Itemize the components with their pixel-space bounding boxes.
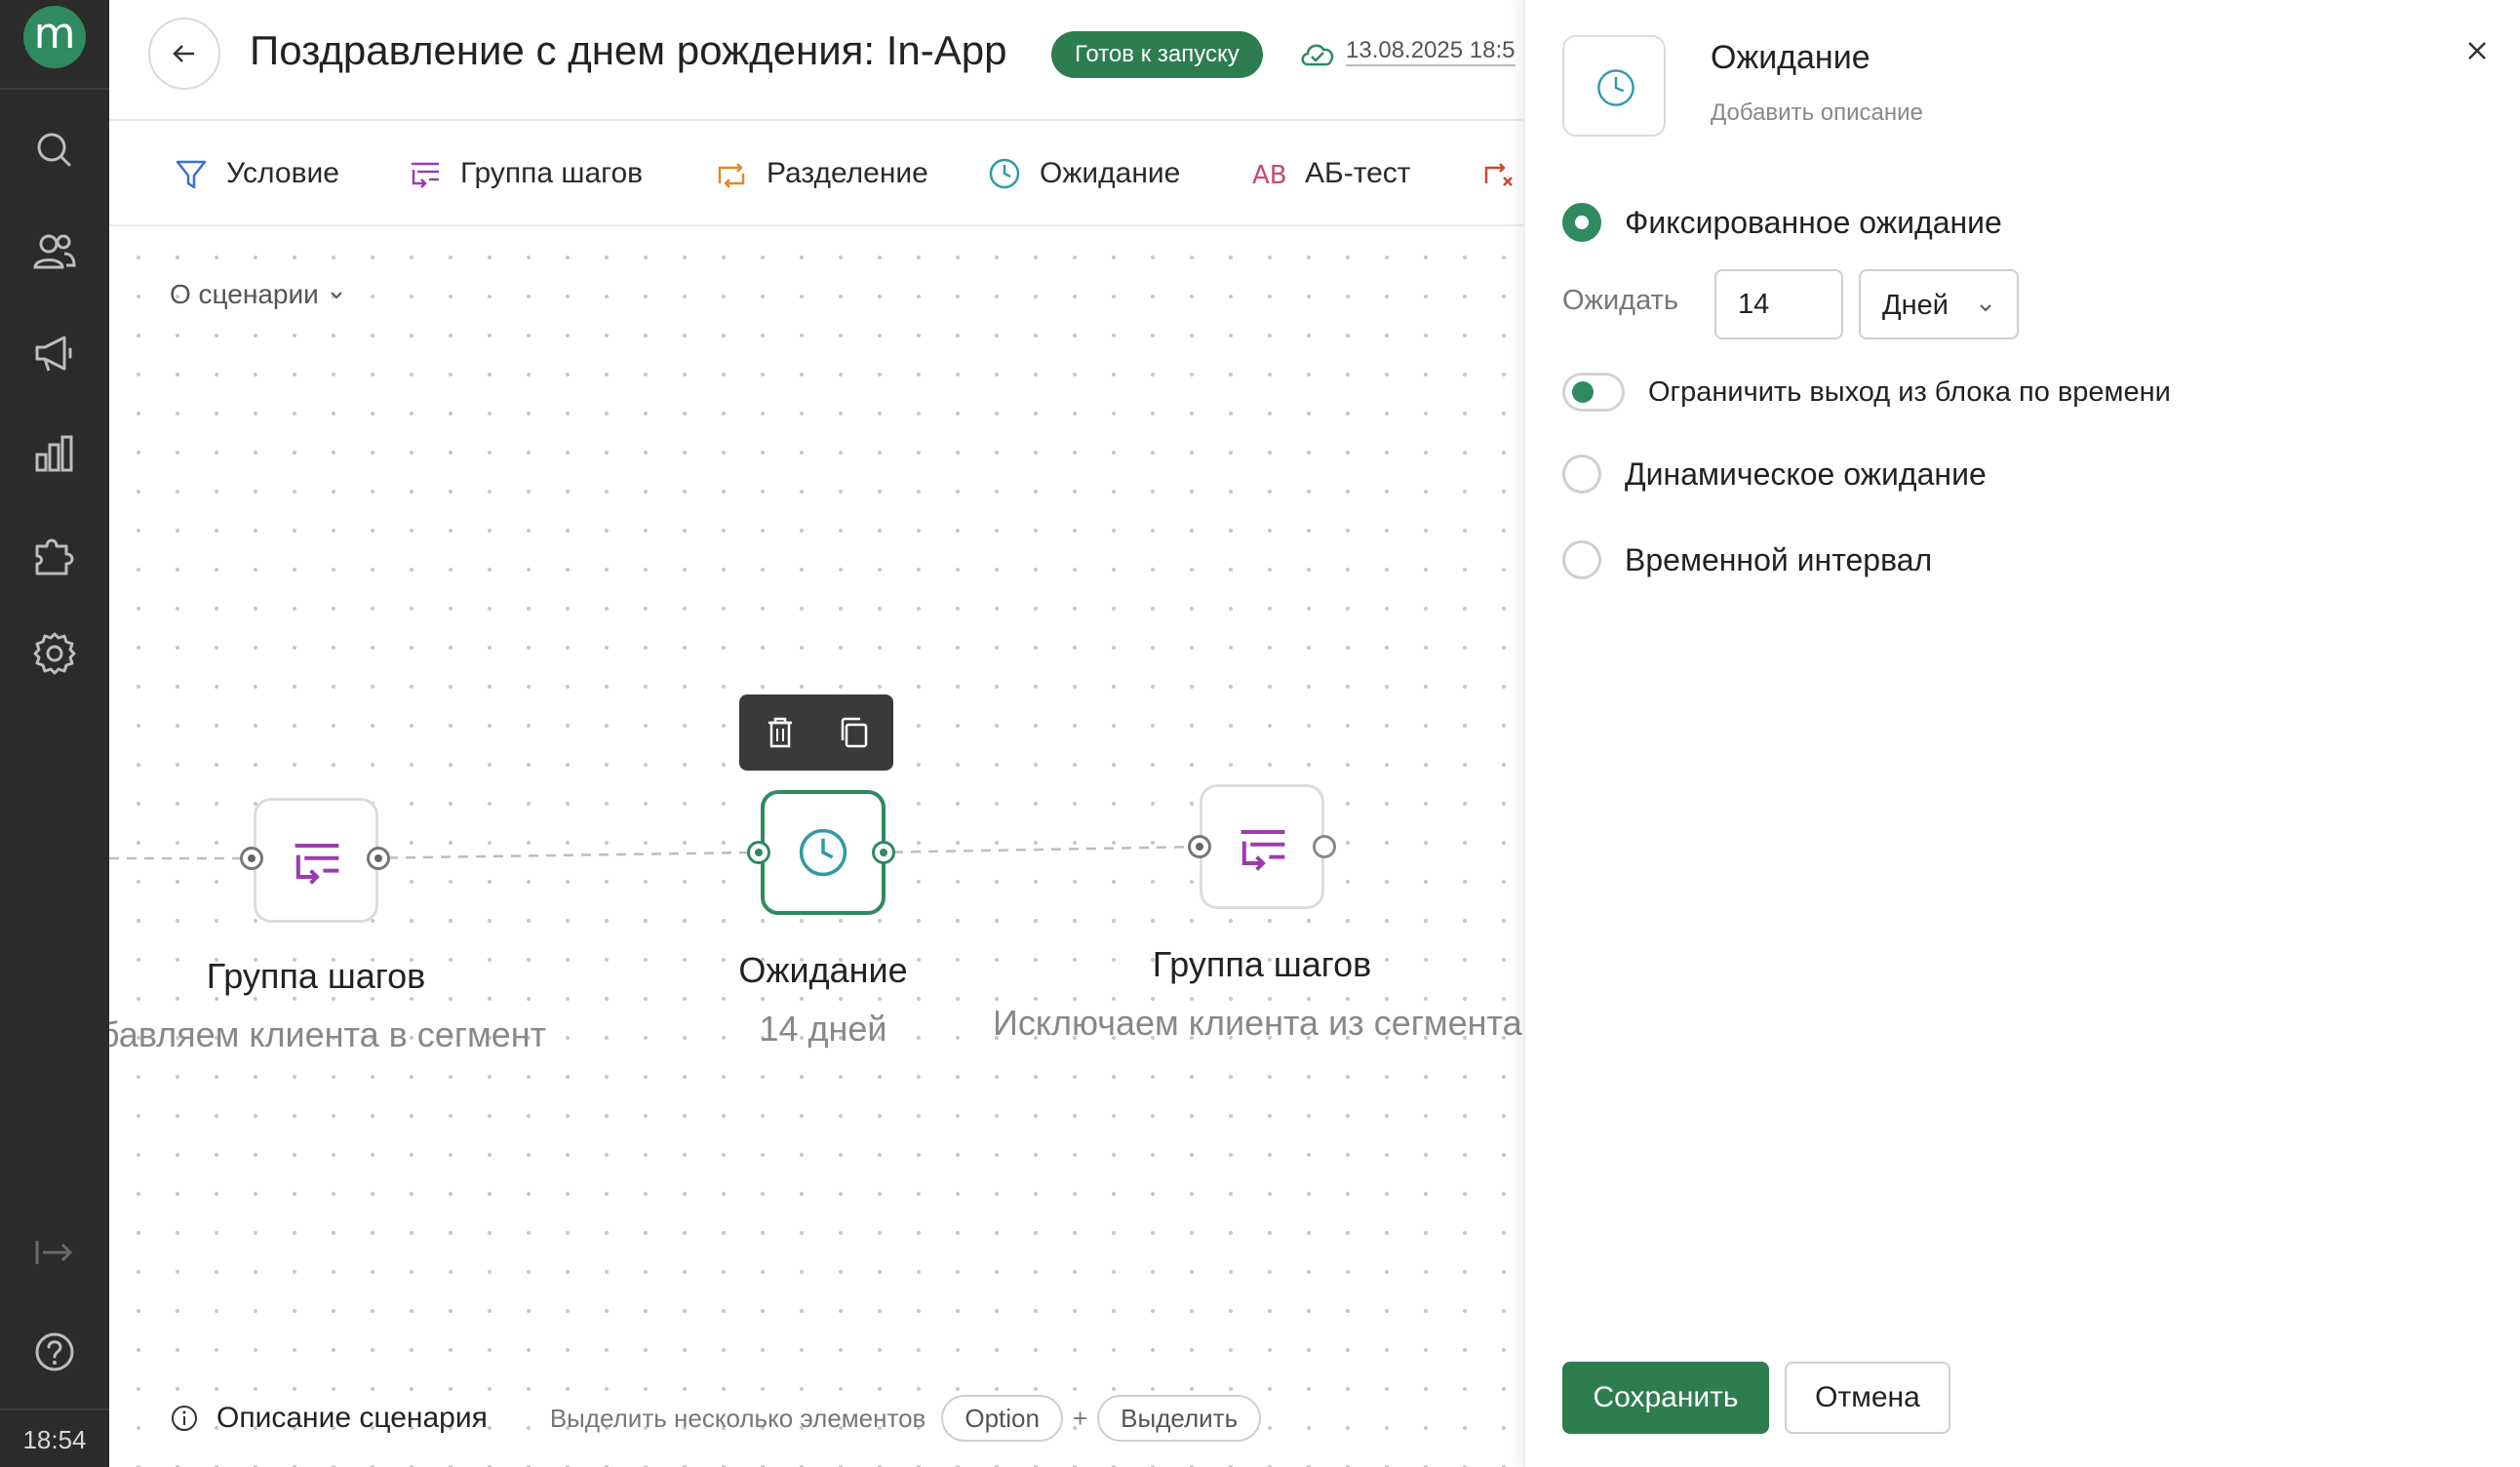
node-input-port[interactable] (240, 847, 263, 870)
radio-dynamic-wait[interactable] (1562, 455, 1601, 494)
wait-settings-panel: Ожидание Добавить описание Фиксированное… (1523, 0, 2520, 1467)
copy-icon[interactable] (837, 714, 872, 751)
node-input-port[interactable] (747, 841, 770, 864)
left-rail: m 18:54 (0, 0, 109, 1467)
scenario-header: Поздравление с днем рождения: In-App Гот… (109, 0, 1523, 121)
cloud-check-icon (1301, 44, 1334, 66)
close-icon[interactable] (2461, 35, 2493, 66)
puzzle-icon[interactable] (27, 529, 82, 583)
rail-divider (0, 88, 109, 90)
clock-icon (799, 828, 847, 877)
clock-display: 18:54 (0, 1408, 109, 1467)
toolbar-item-ab-test[interactable]: AB АБ-тест (1250, 152, 1411, 195)
toolbar-item-condition[interactable]: Условие (172, 152, 339, 195)
plus-sign: + (1072, 1403, 1088, 1433)
radio-label: Временной интервал (1625, 542, 1933, 577)
ab-test-icon: AB (1252, 161, 1287, 190)
trash-icon[interactable] (763, 714, 798, 751)
canvas-hint-bar: Описание сценария Выделить несколько эле… (170, 1395, 1262, 1442)
step-group-icon (295, 844, 339, 885)
key-select-badge: Выделить (1097, 1395, 1262, 1442)
scenario-canvas[interactable]: О сценарии Группа шагов бавляем клиента … (109, 228, 1523, 1467)
clock-icon (1597, 69, 1634, 106)
back-button[interactable] (148, 18, 220, 90)
filter-icon (176, 160, 207, 189)
step-group-node[interactable] (1200, 784, 1324, 909)
arrow-left-icon (173, 45, 194, 62)
radio-label: Фиксированное ожидание (1625, 205, 2002, 240)
wait-value-input[interactable] (1714, 269, 1843, 339)
svg-text:AB: AB (1252, 161, 1287, 190)
panel-title[interactable]: Ожидание (1711, 39, 1870, 77)
chart-icon[interactable] (27, 427, 82, 482)
node-subtitle: бавляем клиента в сегмент (109, 1014, 547, 1054)
status-badge: Готов к запуску (1051, 31, 1263, 78)
toolbar-item-exit[interactable] (1478, 152, 1523, 195)
node-title: Ожидание (738, 950, 908, 990)
toolbar-item-split[interactable]: Разделение (712, 152, 928, 195)
wait-unit-value: Дней (1882, 290, 1949, 321)
block-icon-box (1562, 35, 1666, 137)
step-group-icon (412, 162, 439, 188)
app-logo[interactable]: m (23, 6, 86, 68)
node-actions-toolbar (739, 694, 893, 771)
info-icon (172, 1406, 197, 1431)
users-icon[interactable] (27, 224, 82, 279)
add-description-field[interactable]: Добавить описание (1711, 99, 1923, 127)
node-input-port[interactable] (1188, 835, 1211, 858)
search-icon[interactable] (27, 123, 82, 178)
block-toolbar: Условие Группа шагов Разделение Ожидание… (109, 123, 1523, 226)
multi-select-hint: Выделить несколько элементов (549, 1403, 926, 1433)
toolbar-item-wait[interactable]: Ожидание (985, 152, 1180, 195)
gear-icon[interactable] (27, 626, 82, 681)
toolbar-item-label: Условие (226, 157, 339, 189)
node-title: Группа шагов (206, 956, 426, 996)
toolbar-item-label: Ожидание (1040, 157, 1181, 189)
collapse-icon[interactable] (27, 1225, 82, 1280)
limit-exit-toggle[interactable] (1562, 373, 1625, 412)
radio-time-interval[interactable] (1562, 540, 1601, 579)
node-output-port[interactable] (872, 841, 895, 864)
node-title: Группа шагов (1152, 944, 1372, 984)
toolbar-item-label: Разделение (767, 157, 928, 189)
node-output-port[interactable] (1313, 835, 1336, 858)
clock-icon (989, 158, 1020, 189)
chevron-down-icon (1980, 304, 1991, 312)
page-title: Поздравление с днем рождения: In-App (250, 27, 1007, 73)
limit-exit-label: Ограничить выход из блока по времени (1648, 377, 2171, 408)
saved-timestamp[interactable]: 13.08.2025 18:5 (1346, 37, 1516, 66)
node-output-port[interactable] (367, 847, 390, 870)
step-group-node[interactable] (254, 798, 378, 923)
exit-icon (1484, 163, 1513, 186)
split-icon (718, 163, 745, 188)
toolbar-item-label: Группа шагов (460, 157, 644, 189)
radio-fixed-wait[interactable] (1562, 203, 1601, 242)
help-icon[interactable] (27, 1325, 82, 1379)
radio-label: Динамическое ожидание (1625, 456, 1987, 492)
cancel-button[interactable]: Отмена (1785, 1362, 1950, 1434)
wait-node[interactable] (761, 790, 886, 915)
megaphone-icon[interactable] (27, 326, 82, 380)
node-subtitle: 14 дней (759, 1009, 887, 1049)
node-subtitle: Исключаем клиента из сегмента (993, 1003, 1522, 1043)
wait-label: Ожидать (1562, 285, 1678, 316)
save-button[interactable]: Сохранить (1562, 1362, 1769, 1434)
step-group-icon (1240, 830, 1285, 871)
wait-unit-select[interactable]: Дней (1859, 269, 2019, 339)
toolbar-item-label: АБ-тест (1305, 157, 1411, 189)
scenario-description-link[interactable]: Описание сценария (217, 1402, 488, 1435)
key-option-badge: Option (941, 1395, 1063, 1442)
toolbar-item-step-group[interactable]: Группа шагов (406, 152, 643, 195)
